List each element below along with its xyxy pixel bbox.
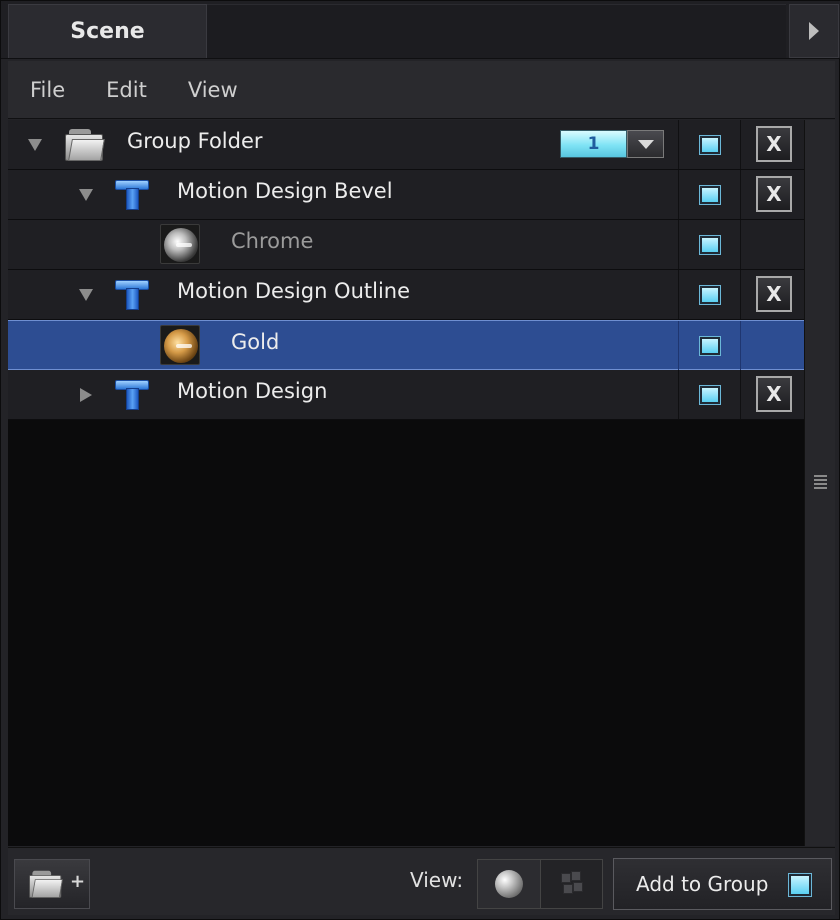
tree-row-motion-design-outline[interactable]: Motion Design Outline X bbox=[8, 270, 804, 320]
tree-row-motion-design-bevel[interactable]: Motion Design Bevel X bbox=[8, 170, 804, 220]
visibility-toggle[interactable] bbox=[700, 337, 720, 355]
sphere-preview-icon bbox=[495, 870, 523, 898]
delete-cell: X bbox=[740, 170, 804, 219]
delete-button[interactable]: X bbox=[756, 176, 792, 212]
tree-row-label: Motion Design Bevel bbox=[177, 179, 393, 203]
tree-row-group-folder[interactable]: Group Folder 1 X bbox=[8, 120, 804, 170]
visibility-toggle[interactable] bbox=[700, 236, 720, 254]
sphere-preview-button[interactable] bbox=[478, 860, 541, 908]
folder-icon bbox=[29, 869, 63, 898]
menu-view[interactable]: View bbox=[188, 78, 238, 102]
visibility-cell bbox=[678, 120, 740, 169]
bottom-toolbar: + View: Add to Group bbox=[8, 847, 835, 915]
chevron-down-icon bbox=[637, 139, 654, 149]
visibility-cell bbox=[678, 370, 740, 419]
layer-dropdown-button[interactable] bbox=[627, 130, 664, 158]
gold-material-icon bbox=[160, 325, 200, 365]
tree-row-chrome[interactable]: Chrome bbox=[8, 220, 804, 270]
tab-bar: Scene bbox=[1, 1, 840, 59]
menu-edit[interactable]: Edit bbox=[106, 78, 147, 102]
delete-button[interactable]: X bbox=[756, 276, 792, 312]
tree-row-gold[interactable]: Gold bbox=[8, 320, 804, 370]
delete-cell bbox=[740, 321, 804, 370]
expand-toggle-icon[interactable] bbox=[79, 189, 93, 201]
expand-toggle-icon[interactable] bbox=[80, 388, 92, 402]
visibility-cell bbox=[678, 220, 740, 269]
text-object-icon bbox=[115, 178, 149, 212]
visibility-cell bbox=[678, 321, 740, 370]
add-to-group-checkbox[interactable] bbox=[789, 874, 811, 896]
visibility-toggle[interactable] bbox=[700, 186, 720, 204]
tree-row-main: Motion Design bbox=[8, 370, 678, 419]
tree-row-label: Chrome bbox=[231, 229, 314, 253]
tree-row-main: Motion Design Bevel bbox=[8, 170, 678, 219]
expand-toggle-icon[interactable] bbox=[79, 289, 93, 301]
delete-button[interactable]: X bbox=[756, 126, 792, 162]
tree-row-label: Gold bbox=[231, 330, 280, 354]
tree-row-main: Gold bbox=[8, 321, 678, 370]
visibility-toggle[interactable] bbox=[700, 136, 720, 154]
menu-bar: File Edit View bbox=[8, 61, 835, 119]
cube-preview-button[interactable] bbox=[540, 860, 602, 908]
new-folder-button[interactable]: + bbox=[14, 859, 90, 909]
visibility-cell bbox=[678, 170, 740, 219]
delete-cell bbox=[740, 220, 804, 269]
tree-row-label: Motion Design Outline bbox=[177, 279, 411, 303]
chevron-right-icon bbox=[809, 22, 819, 40]
delete-cell: X bbox=[740, 270, 804, 319]
plus-icon: + bbox=[70, 871, 86, 892]
tree-row-main: Motion Design Outline bbox=[8, 270, 678, 319]
tree-row-label: Group Folder bbox=[127, 129, 263, 153]
delete-button[interactable]: X bbox=[756, 376, 792, 412]
chrome-material-icon bbox=[160, 224, 200, 264]
add-to-group-button[interactable]: Add to Group bbox=[613, 858, 832, 910]
text-object-icon bbox=[115, 378, 149, 412]
tree-row-main: Chrome bbox=[8, 220, 678, 269]
delete-cell: X bbox=[740, 120, 804, 169]
tree-row-main: Group Folder 1 bbox=[8, 120, 678, 169]
layer-select[interactable]: 1 bbox=[560, 130, 664, 158]
scrollbar[interactable] bbox=[804, 120, 835, 846]
tree-row-label: Motion Design bbox=[177, 379, 328, 403]
view-label: View: bbox=[410, 868, 464, 892]
scene-panel: Scene File Edit View Group Folder 1 X Mo… bbox=[0, 0, 840, 920]
visibility-cell bbox=[678, 270, 740, 319]
scene-tree: Group Folder 1 X Motion Design Bevel X C… bbox=[8, 120, 804, 846]
panel-menu-button[interactable] bbox=[789, 4, 839, 58]
delete-cell: X bbox=[740, 370, 804, 419]
add-to-group-label: Add to Group bbox=[636, 872, 769, 896]
menu-file[interactable]: File bbox=[30, 78, 65, 102]
tab-scene[interactable]: Scene bbox=[8, 4, 207, 58]
visibility-toggle[interactable] bbox=[700, 386, 720, 404]
tree-row-motion-design[interactable]: Motion Design X bbox=[8, 370, 804, 420]
view-mode-group bbox=[477, 859, 603, 909]
visibility-toggle[interactable] bbox=[700, 286, 720, 304]
layer-value[interactable]: 1 bbox=[560, 130, 627, 158]
scroll-grip-icon[interactable] bbox=[814, 475, 827, 489]
tab-bar-empty bbox=[207, 4, 786, 58]
folder-icon bbox=[65, 127, 105, 161]
text-object-icon bbox=[115, 278, 149, 312]
expand-toggle-icon[interactable] bbox=[28, 139, 42, 151]
